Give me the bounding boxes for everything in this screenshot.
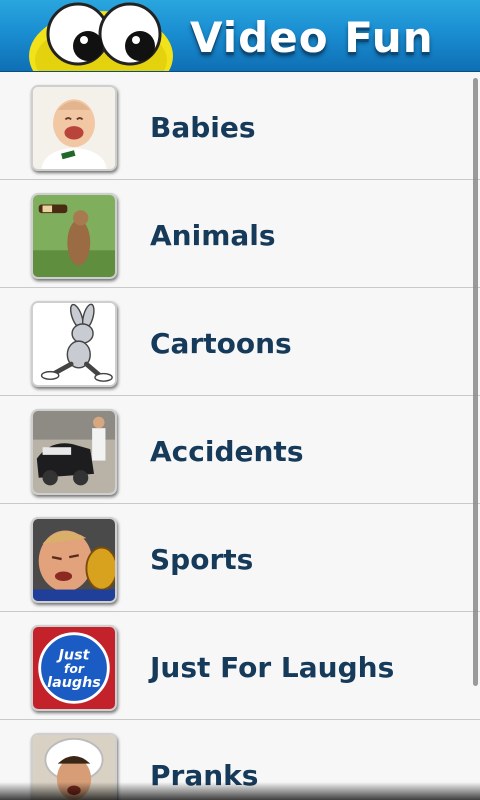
vertical-scrollbar[interactable] — [473, 78, 478, 686]
list-item-cartoons[interactable]: Cartoons — [0, 288, 480, 396]
cartoon-thumbnail — [31, 301, 117, 387]
list-item-sports[interactable]: Sports — [0, 504, 480, 612]
category-label: Animals — [150, 219, 276, 252]
just-for-laughs-thumbnail: Just for laughs — [31, 625, 117, 711]
category-label: Accidents — [150, 435, 304, 468]
app-header: Video Fun — [0, 0, 480, 72]
badge-line-3: laughs — [47, 675, 101, 691]
category-label: Babies — [150, 111, 256, 144]
baby-thumbnail — [31, 85, 117, 171]
badge-line-2: for — [64, 661, 85, 676]
category-label: Sports — [150, 543, 254, 576]
bottom-fade — [0, 782, 480, 800]
list-item-just-for-laughs[interactable]: Just for laughs Just For Laughs — [0, 612, 480, 720]
category-label: Cartoons — [150, 327, 292, 360]
category-label: Just For Laughs — [150, 651, 395, 684]
category-list: Babies Animals Cartoons Accidents Sports… — [0, 72, 480, 800]
animal-thumbnail — [31, 193, 117, 279]
accident-thumbnail — [31, 409, 117, 495]
mascot-eyes-logo — [29, 2, 173, 71]
list-item-animals[interactable]: Animals — [0, 180, 480, 288]
list-item-accidents[interactable]: Accidents — [0, 396, 480, 504]
app-title: Video Fun — [190, 13, 434, 62]
list-item-babies[interactable]: Babies — [0, 72, 480, 180]
sports-thumbnail — [31, 517, 117, 603]
